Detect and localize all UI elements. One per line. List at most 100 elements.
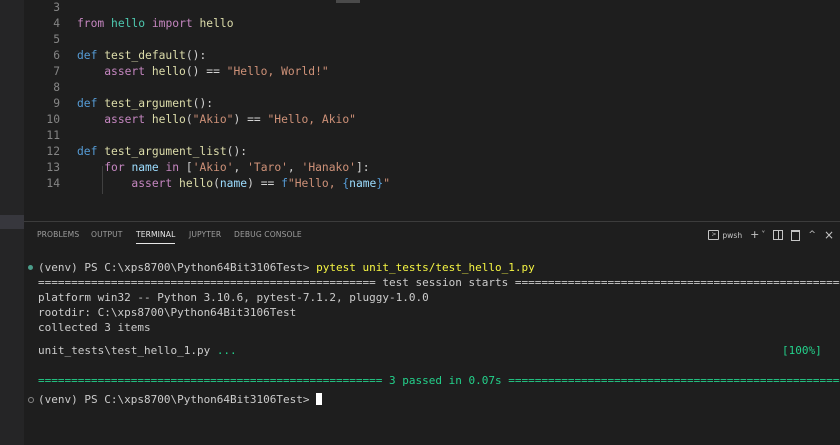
code-token: in — [165, 161, 180, 174]
activity-bar — [0, 0, 24, 445]
code-token: ) == — [247, 177, 282, 190]
code-editor[interactable]: 3 4 from hello import hello 5 6 def test_defa… — [24, 0, 840, 216]
code-token: hello — [151, 65, 186, 78]
code-token: hello — [151, 113, 186, 126]
code-token: test_default — [104, 49, 186, 62]
code-token: def — [77, 49, 98, 62]
close-panel-icon[interactable]: × — [824, 227, 834, 243]
line-number: 13 — [46, 161, 60, 174]
terminal-command-line: (venv) PS C:\xps8700\Python64Bit3106Test… — [38, 260, 535, 275]
code-line[interactable]: 7 assert hello() == "Hello, World!" — [24, 64, 824, 80]
code-line[interactable]: 3 — [24, 0, 824, 16]
code-token: , — [233, 161, 248, 174]
code-token: (): — [185, 49, 207, 62]
line-number: 5 — [53, 33, 60, 46]
code-token: "Hello, Akio" — [267, 113, 356, 126]
code-token: test_argument — [104, 97, 193, 110]
code-line[interactable]: 14 assert hello(name) == f"Hello, {name}… — [24, 176, 824, 192]
code-token: ) == — [233, 113, 268, 126]
code-token: import — [151, 17, 193, 30]
code-token: " — [383, 177, 390, 190]
code-text: assert hello() == "Hello, World!" — [77, 64, 328, 80]
split-terminal-icon[interactable] — [773, 230, 784, 240]
code-text: assert hello("Akio") == "Hello, Akio" — [77, 112, 356, 128]
line-number: 8 — [53, 81, 60, 94]
line-number: 10 — [46, 113, 60, 126]
code-token: for — [104, 161, 125, 174]
tab-problems[interactable]: PROBLEMS — [37, 230, 79, 239]
terminal-shell-selector[interactable]: > pwsh — [708, 230, 742, 240]
code-text: from hello import hello — [77, 16, 234, 32]
progress-percent: [100%] — [782, 344, 822, 357]
code-token: ( — [213, 177, 220, 190]
code-token: ( — [185, 113, 193, 126]
terminal-prompt-line[interactable]: (venv) PS C:\xps8700\Python64Bit3106Test… — [38, 392, 323, 407]
code-token: "Akio" — [192, 113, 234, 126]
code-token: name — [349, 177, 377, 190]
line-number: 4 — [53, 17, 60, 30]
trash-icon[interactable] — [791, 229, 801, 241]
summary-line: ========================================… — [38, 373, 840, 388]
prompt: (venv) PS C:\xps8700\Python64Bit3106Test… — [38, 261, 317, 274]
code-line[interactable]: 5 — [24, 32, 824, 48]
code-line[interactable]: 4 from hello import hello — [24, 16, 824, 32]
chevron-down-icon[interactable]: ˅ — [761, 227, 765, 243]
tab-terminal[interactable]: TERMINAL — [136, 230, 176, 244]
shell-name: pwsh — [722, 230, 743, 240]
code-token: def — [77, 145, 98, 158]
code-token: [ — [179, 161, 193, 174]
code-token: hello — [111, 17, 146, 30]
code-line[interactable]: 10 assert hello("Akio") == "Hello, Akio" — [24, 112, 824, 128]
maximize-panel-icon[interactable]: ^ — [808, 227, 816, 243]
code-token: 'Taro' — [247, 161, 288, 174]
line-number: 14 — [46, 177, 60, 190]
tab-output[interactable]: OUTPUT — [91, 230, 123, 239]
tab-debug-console[interactable]: DEBUG CONSOLE — [234, 230, 302, 239]
prompt-dot-icon[interactable] — [28, 397, 34, 403]
summary-text: 3 passed in 0.07s — [389, 374, 502, 387]
platform-line: platform win32 -- Python 3.10.6, pytest-… — [38, 291, 429, 304]
activity-bar-active-item[interactable] — [0, 215, 24, 229]
code-line[interactable]: 8 — [24, 80, 824, 96]
code-token: test_argument_list — [104, 145, 227, 158]
code-token: () == — [185, 65, 227, 78]
text-cursor — [316, 393, 323, 405]
code-text: for name in ['Akio', 'Taro', 'Hanako']: — [77, 160, 370, 176]
tab-jupyter[interactable]: JUPYTER — [189, 230, 221, 239]
code-token: assert — [131, 177, 173, 190]
code-line[interactable]: 11 — [24, 128, 824, 144]
code-line[interactable]: 12 def test_argument_list(): — [24, 144, 824, 160]
code-line[interactable]: 6 def test_default(): — [24, 48, 824, 64]
code-token: from — [77, 17, 105, 30]
code-text: def test_argument(): — [77, 96, 213, 112]
code-line[interactable]: 9 def test_argument(): — [24, 96, 824, 112]
command-success-dot-icon[interactable] — [28, 265, 33, 270]
terminal-output[interactable]: (venv) PS C:\xps8700\Python64Bit3106Test… — [24, 248, 840, 445]
code-token: f — [281, 177, 288, 190]
code-token: assert — [104, 65, 146, 78]
code-token: "Hello, — [287, 177, 343, 190]
code-token: hello — [179, 177, 214, 190]
code-token: def — [77, 97, 98, 110]
code-token: ]: — [355, 161, 370, 174]
line-number: 12 — [46, 145, 60, 158]
new-terminal-button[interactable]: + — [750, 227, 759, 243]
code-token: (): — [192, 97, 214, 110]
bottom-panel: PROBLEMS OUTPUT TERMINAL JUPYTER DEBUG C… — [24, 221, 840, 445]
test-dots: ... — [216, 344, 237, 357]
code-text: def test_argument_list(): — [77, 144, 247, 160]
test-file: unit_tests\test_hello_1.py — [38, 344, 217, 357]
code-token: name — [219, 177, 248, 190]
code-line[interactable]: 13 for name in ['Akio', 'Taro', 'Hanako'… — [24, 160, 824, 176]
summary-right-rule: ========================================… — [508, 374, 840, 387]
code-text: def test_default(): — [77, 48, 206, 64]
line-number: 3 — [53, 1, 60, 14]
vscode-window: 3 4 from hello import hello 5 6 def test_defa… — [0, 0, 840, 445]
line-number: 6 — [53, 49, 60, 62]
